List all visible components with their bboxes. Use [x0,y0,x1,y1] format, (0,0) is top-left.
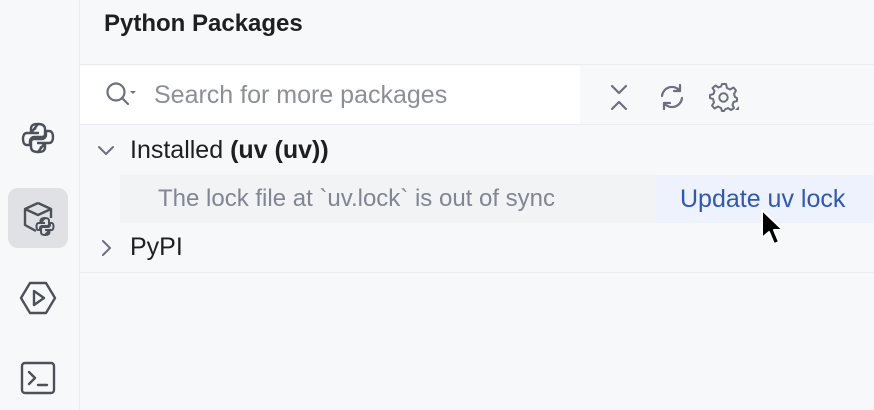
tool-window-sidebar [0,0,80,410]
refresh-icon [660,83,684,111]
pypi-group[interactable]: PyPI [80,224,874,272]
mouse-cursor-icon [761,209,784,245]
python-packages-icon [23,201,55,236]
chevron-right-icon[interactable] [96,238,116,258]
divider [80,124,874,125]
python-packages-button[interactable] [8,188,68,248]
run-button[interactable] [8,268,68,328]
python-packages-panel: Python Packages Search for more packages… [80,0,874,410]
chevron-down-icon[interactable] [96,141,116,161]
collapse-all-button[interactable] [602,80,636,114]
installed-label: Installed [130,136,224,164]
python-console-button[interactable] [8,108,68,168]
search-box[interactable] [80,66,580,124]
environment-name: (uv (uv)) [230,136,329,164]
pypi-label: PyPI [130,233,183,261]
refresh-button[interactable] [655,80,689,114]
lock-warning-row: The lock file at `uv.lock` is out of syn… [120,175,656,223]
gear-icon [709,83,739,112]
python-icon [21,122,55,154]
settings-button[interactable] [707,80,741,114]
lock-warning-text: The lock file at `uv.lock` is out of syn… [158,185,556,212]
collapse-all-icon [610,84,628,111]
run-icon [19,281,57,315]
panel-title: Python Packages [104,10,303,37]
terminal-icon [20,361,56,395]
search-input[interactable] [154,80,534,110]
search-icon[interactable] [104,79,140,111]
terminal-button[interactable] [8,348,68,408]
installed-group[interactable]: Installed (uv (uv)) [80,127,874,175]
divider [80,272,874,273]
divider [80,64,874,65]
